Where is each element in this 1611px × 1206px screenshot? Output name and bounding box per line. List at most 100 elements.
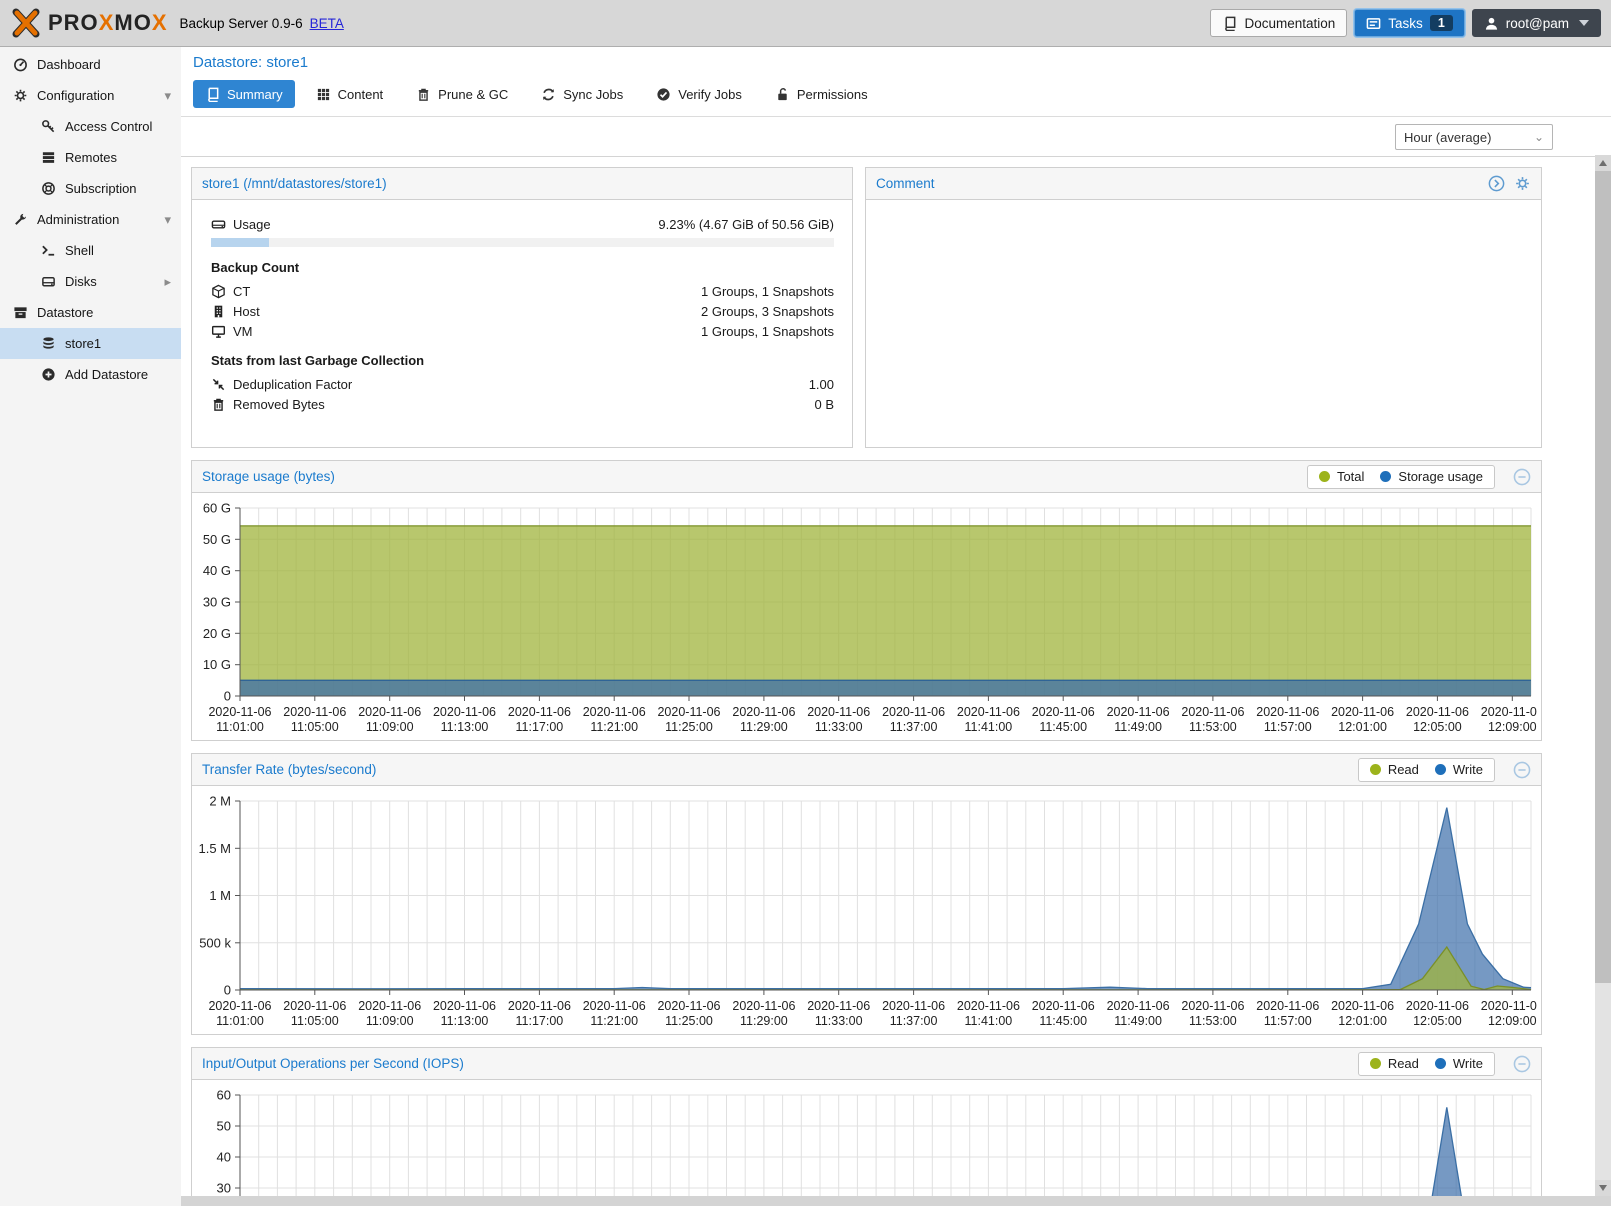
svg-text:2020-11-06: 2020-11-06 <box>358 705 421 719</box>
check-circle-icon <box>656 87 671 102</box>
display-icon <box>211 324 226 339</box>
tasks-button[interactable]: Tasks 1 <box>1354 9 1464 37</box>
usage-progress-fill <box>211 238 269 247</box>
datastore-summary-panel: store1 (/mnt/datastores/store1) Usage 9.… <box>191 167 853 448</box>
svg-text:0: 0 <box>224 983 231 998</box>
sidebar-item-subscription[interactable]: Subscription <box>0 173 181 204</box>
sidebar-item-label: Shell <box>65 243 94 258</box>
sidebar-item-shell[interactable]: Shell <box>0 235 181 266</box>
svg-text:12:05:00: 12:05:00 <box>1413 1014 1462 1028</box>
svg-text:12:01:00: 12:01:00 <box>1338 1014 1387 1028</box>
svg-text:2020-11-06: 2020-11-06 <box>208 999 271 1013</box>
svg-text:2020-11-06: 2020-11-06 <box>807 999 870 1013</box>
legend-item-write: Write <box>1435 1056 1483 1071</box>
scrollbar-thumb[interactable] <box>1595 171 1611 983</box>
svg-text:2020-11-06: 2020-11-06 <box>208 705 271 719</box>
sidebar-item-label: Subscription <box>65 181 137 196</box>
gc-row-dedup: Deduplication Factor 1.00 <box>211 374 834 394</box>
svg-text:30: 30 <box>217 1181 231 1196</box>
svg-text:11:13:00: 11:13:00 <box>441 1014 489 1028</box>
bottom-edge-strip <box>181 1196 1611 1206</box>
documentation-button[interactable]: Documentation <box>1210 9 1347 37</box>
svg-text:2020-11-06: 2020-11-06 <box>1256 999 1319 1013</box>
svg-text:2020-11-06: 2020-11-06 <box>358 999 421 1013</box>
svg-text:2020-11-06: 2020-11-06 <box>957 705 1020 719</box>
svg-text:2020-11-06: 2020-11-06 <box>657 705 720 719</box>
chevron-down-icon: ▾ <box>164 212 171 228</box>
svg-text:11:25:00: 11:25:00 <box>665 720 713 734</box>
svg-text:2020-11-06: 2020-11-06 <box>1032 705 1095 719</box>
usage-label: Usage <box>233 217 271 232</box>
proxmox-logo-icon <box>10 8 44 38</box>
legend-label: Write <box>1453 762 1483 777</box>
tab-prune-gc[interactable]: Prune & GC <box>404 80 520 108</box>
svg-text:11:53:00: 11:53:00 <box>1189 720 1237 734</box>
sidebar-item-label: Configuration <box>37 88 114 103</box>
svg-text:11:13:00: 11:13:00 <box>441 720 489 734</box>
tab-permissions[interactable]: Permissions <box>763 80 880 108</box>
wrench-icon <box>13 212 28 227</box>
gears-icon <box>13 88 28 103</box>
svg-text:12:09:00: 12:09:00 <box>1488 720 1537 734</box>
panel-title: Storage usage (bytes) <box>202 469 335 484</box>
sidebar-item-remotes[interactable]: Remotes <box>0 142 181 173</box>
svg-text:11:45:00: 11:45:00 <box>1039 1014 1087 1028</box>
time-range-select[interactable]: Hour (average) ⌄ <box>1395 124 1553 150</box>
row-label: Deduplication Factor <box>233 377 352 392</box>
svg-text:60: 60 <box>217 1088 231 1103</box>
minus-circle-icon[interactable] <box>1513 1055 1531 1073</box>
tab-verify-jobs[interactable]: Verify Jobs <box>644 80 754 108</box>
svg-text:12:05:00: 12:05:00 <box>1413 720 1462 734</box>
product-version-label: Backup Server 0.9-6 <box>180 16 303 31</box>
gear-icon[interactable] <box>1514 175 1531 192</box>
sidebar-item-datastore[interactable]: Datastore <box>0 297 181 328</box>
sidebar-item-configuration[interactable]: Configuration ▾ <box>0 80 181 111</box>
svg-text:12:01:00: 12:01:00 <box>1338 720 1387 734</box>
svg-text:40: 40 <box>217 1150 231 1165</box>
panel-title: store1 (/mnt/datastores/store1) <box>202 176 387 191</box>
scroll-up-arrow[interactable] <box>1595 155 1611 171</box>
tab-label: Verify Jobs <box>678 87 742 102</box>
sidebar-item-add-datastore[interactable]: Add Datastore <box>0 359 181 390</box>
svg-text:11:17:00: 11:17:00 <box>516 1014 564 1028</box>
legend-dot-read <box>1370 1058 1381 1069</box>
minus-circle-icon[interactable] <box>1513 468 1531 486</box>
tab-summary[interactable]: Summary <box>193 80 295 108</box>
backup-count-row-ct: CT 1 Groups, 1 Snapshots <box>211 281 834 301</box>
tab-sync-jobs[interactable]: Sync Jobs <box>529 80 635 108</box>
transfer-rate-chart: 0500 k1 M1.5 M2 M2020-11-0611:01:002020-… <box>192 786 1541 1034</box>
svg-text:2020-11-06: 2020-11-06 <box>1256 705 1319 719</box>
svg-text:2020-11-06: 2020-11-06 <box>1481 999 1537 1013</box>
minus-circle-icon[interactable] <box>1513 761 1531 779</box>
circle-arrow-right-icon[interactable] <box>1488 175 1505 192</box>
vertical-scrollbar[interactable] <box>1595 155 1611 1196</box>
svg-text:11:25:00: 11:25:00 <box>665 1014 713 1028</box>
svg-text:12:09:00: 12:09:00 <box>1488 1014 1537 1028</box>
tasks-count-badge: 1 <box>1430 15 1453 31</box>
backup-count-row-host: Host 2 Groups, 3 Snapshots <box>211 301 834 321</box>
sidebar-item-administration[interactable]: Administration ▾ <box>0 204 181 235</box>
sidebar-item-label: Dashboard <box>37 57 101 72</box>
svg-text:2020-11-06: 2020-11-06 <box>1107 705 1170 719</box>
svg-text:11:57:00: 11:57:00 <box>1264 720 1312 734</box>
sidebar-item-label: store1 <box>65 336 101 351</box>
tab-content[interactable]: Content <box>304 80 396 108</box>
cube-icon <box>211 284 226 299</box>
sidebar-item-store1[interactable]: store1 <box>0 328 181 359</box>
user-menu-button[interactable]: root@pam <box>1472 9 1601 37</box>
beta-link[interactable]: BETA <box>310 16 344 31</box>
usage-value: 9.23% (4.67 GiB of 50.56 GiB) <box>658 217 834 232</box>
sidebar-item-disks[interactable]: Disks ▸ <box>0 266 181 297</box>
topbar-actions: Documentation Tasks 1 root@pam <box>1210 9 1601 37</box>
sidebar-item-dashboard[interactable]: Dashboard <box>0 49 181 80</box>
svg-text:11:37:00: 11:37:00 <box>890 1014 938 1028</box>
trash-icon <box>416 87 431 102</box>
tab-label: Prune & GC <box>438 87 508 102</box>
sync-icon <box>541 87 556 102</box>
svg-text:2020-11-06: 2020-11-06 <box>1107 999 1170 1013</box>
transfer-rate-panel: Transfer Rate (bytes/second) Read Write <box>191 753 1542 1035</box>
scroll-down-arrow[interactable] <box>1595 1180 1611 1196</box>
remotes-icon <box>41 150 56 165</box>
user-label: root@pam <box>1506 16 1569 31</box>
sidebar-item-access-control[interactable]: Access Control <box>0 111 181 142</box>
